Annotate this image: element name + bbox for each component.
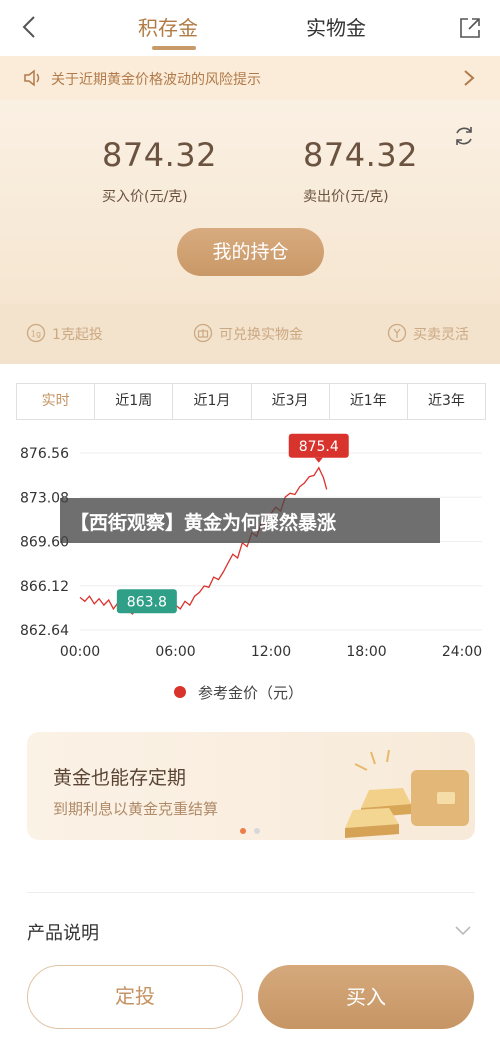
- section-divider: [27, 892, 475, 893]
- news-caption-text: 【西街观察】黄金为何骤然暴涨: [70, 512, 337, 534]
- fixed-investment-button[interactable]: 定投: [27, 965, 243, 1029]
- range-tab-1week[interactable]: 近1周: [95, 384, 174, 419]
- chevron-down-icon[interactable]: [454, 925, 472, 937]
- speaker-icon: [24, 69, 40, 87]
- buy-price-value: 874.32: [102, 136, 217, 174]
- range-tab-1year[interactable]: 近1年: [330, 384, 408, 419]
- refresh-icon[interactable]: [452, 124, 476, 148]
- svg-text:1g: 1g: [31, 330, 41, 339]
- feature-label: 可兑换实物金: [219, 327, 303, 343]
- feature-flexible-trading: 买卖灵活: [387, 322, 487, 346]
- back-arrow-icon[interactable]: [18, 14, 44, 40]
- buy-button[interactable]: 买入: [258, 965, 474, 1029]
- price-marker-pointer: [314, 457, 323, 463]
- top-nav: 积存金 实物金: [0, 0, 500, 56]
- legend-label: 参考金价（元）: [198, 684, 303, 702]
- range-tab-3years[interactable]: 近3年: [408, 384, 485, 419]
- range-tab-1month[interactable]: 近1月: [173, 384, 252, 419]
- risk-notice-banner[interactable]: 关于近期黄金价格波动的风险提示: [0, 56, 500, 100]
- price-marker-label: 875.4: [299, 439, 339, 455]
- chevron-right-icon: [464, 70, 475, 86]
- x-tick-label: 00:00: [60, 644, 100, 660]
- product-description-label[interactable]: 产品说明: [27, 919, 99, 945]
- feature-min-investment: 1g 1克起投: [26, 322, 126, 346]
- price-marker-label: 863.8: [127, 594, 167, 610]
- range-tab-realtime[interactable]: 实时: [17, 384, 96, 419]
- y-tick-label: 862.64: [20, 623, 69, 639]
- time-range-tabs: 实时 近1周 近1月 近3月 近1年 近3年: [16, 383, 486, 420]
- promo-subtitle: 到期利息以黄金克重结算: [53, 800, 219, 818]
- tab-underline: [152, 46, 196, 50]
- x-tick-label: 12:00: [251, 644, 291, 660]
- exchange-icon: [387, 323, 407, 343]
- sell-price-label: 卖出价(元/克): [303, 189, 389, 205]
- y-tick-label: 866.12: [20, 579, 69, 595]
- tab-physical-gold[interactable]: 实物金: [306, 12, 366, 41]
- chart-canvas: 876.56873.08869.60866.12862.6400:00 06:00…: [20, 433, 482, 702]
- price-panel: 874.32 买入价(元/克) 874.32 卖出价(元/克) 我的持仓: [0, 100, 500, 304]
- carousel-dots: [240, 828, 260, 834]
- gift-icon: [193, 323, 213, 343]
- features-strip: 1g 1克起投 可兑换实物金 买卖灵活: [0, 304, 500, 364]
- news-caption-overlay: 【西街观察】黄金为何骤然暴涨: [60, 498, 440, 543]
- legend-dot: [174, 686, 186, 698]
- my-holdings-button[interactable]: 我的持仓: [177, 228, 324, 276]
- y-tick-label: 876.56: [20, 446, 69, 462]
- x-tick-label: 18:00: [346, 644, 386, 660]
- gold-bars-icon: [345, 749, 469, 838]
- feature-label: 1克起投: [52, 327, 103, 343]
- share-icon[interactable]: [458, 16, 482, 40]
- x-tick-label: 06:00: [155, 644, 195, 660]
- 1g-icon: 1g: [26, 323, 46, 343]
- promo-title: 黄金也能存定期: [53, 767, 187, 789]
- range-tab-3months[interactable]: 近3月: [252, 384, 330, 419]
- gold-price-chart[interactable]: 876.56 873.08 869.60 866.12 862.64 00:00 06:00…: [0, 420, 500, 710]
- feature-redeem-physical: 可兑换实物金: [193, 322, 323, 346]
- feature-label: 买卖灵活: [413, 327, 469, 343]
- promo-card[interactable]: 黄金也能存定期 到期利息以黄金克重结算: [27, 732, 475, 840]
- sell-price-value: 874.32: [303, 136, 418, 174]
- risk-notice-text: 关于近期黄金价格波动的风险提示: [51, 72, 261, 88]
- buy-price-label: 买入价(元/克): [102, 189, 188, 205]
- x-tick-label: 24:00: [442, 644, 482, 660]
- tab-accumulation-gold[interactable]: 积存金: [138, 12, 198, 41]
